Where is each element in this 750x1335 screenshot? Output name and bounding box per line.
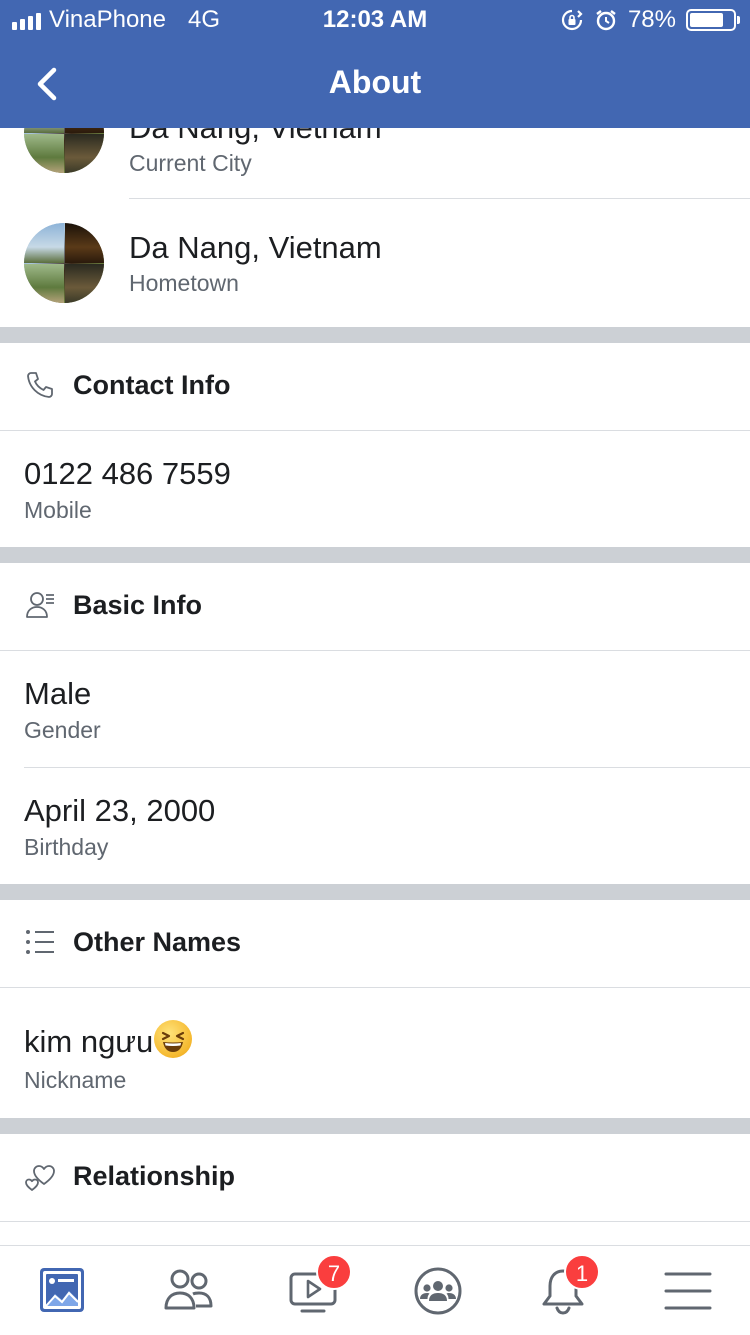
section-separator: [0, 1118, 750, 1134]
tab-notifications[interactable]: 1: [500, 1246, 625, 1335]
place-subtitle: Current City: [129, 150, 252, 176]
info-label: Gender: [24, 717, 101, 743]
info-row-mobile[interactable]: 0122 486 7559 Mobile: [0, 431, 750, 547]
info-value: kim ngưu: [24, 1020, 193, 1060]
info-value: 0122 486 7559: [24, 456, 231, 491]
battery-fill: [690, 13, 723, 27]
tab-groups[interactable]: [375, 1246, 500, 1335]
city-photo: [24, 128, 104, 173]
notifications-badge: 1: [564, 1254, 600, 1290]
info-label: Nickname: [24, 1067, 127, 1093]
info-label: Mobile: [24, 497, 92, 523]
tab-friends[interactable]: [125, 1246, 250, 1335]
place-row-hometown[interactable]: Da Nang, Vietnam Hometown: [0, 198, 750, 328]
place-row-current-city[interactable]: Da Nang, Vietnam Current City: [0, 128, 750, 198]
hearts-icon: [25, 1165, 55, 1191]
place-subtitle: Hometown: [129, 270, 239, 296]
place-title: Da Nang, Vietnam: [129, 230, 382, 265]
info-row-birthday[interactable]: April 23, 2000 Birthday: [0, 768, 750, 884]
friends-icon: [164, 1269, 213, 1310]
status-right: 78%: [560, 6, 740, 34]
nickname-text: kim ngưu: [24, 1024, 154, 1059]
grinning-squinting-face-icon: [154, 1020, 193, 1058]
tab-news-feed[interactable]: [0, 1246, 125, 1335]
divider: [0, 1221, 750, 1222]
section-title: Relationship: [73, 1161, 236, 1191]
info-value: April 23, 2000: [24, 793, 216, 828]
watch-badge: 7: [316, 1254, 352, 1290]
status-bar: VinaPhone 4G 12:03 AM 78%: [0, 0, 750, 40]
info-row-nickname[interactable]: kim ngưu Nickname: [0, 988, 750, 1118]
section-separator: [0, 884, 750, 900]
section-header-contact-info: Contact Info: [0, 343, 750, 430]
menu-icon: [664, 1272, 712, 1310]
battery-percent: 78%: [627, 6, 676, 33]
section-separator: [0, 327, 750, 343]
section-header-basic-info: Basic Info: [0, 563, 750, 650]
info-row-gender[interactable]: Male Gender: [0, 651, 750, 767]
news-feed-icon: [40, 1268, 84, 1312]
info-value: Male: [24, 676, 92, 711]
section-title: Other Names: [73, 927, 242, 957]
section-header-other-names: Other Names: [0, 900, 750, 987]
tab-menu[interactable]: [625, 1246, 750, 1335]
info-label: Birthday: [24, 834, 109, 860]
city-photo: [24, 223, 104, 303]
alarm-icon: [596, 10, 616, 31]
section-header-relationship: Relationship: [0, 1134, 750, 1221]
phone-icon: [27, 372, 53, 398]
section-separator: [0, 547, 750, 563]
page-title: About: [328, 64, 422, 100]
rotation-lock-icon: [561, 9, 583, 31]
list-icon: [26, 930, 54, 954]
person-list-icon: [26, 592, 54, 618]
nav-bar: About: [0, 40, 750, 128]
section-title: Contact Info: [73, 370, 231, 400]
section-title: Basic Info: [73, 590, 203, 620]
tab-bar: 7 1: [0, 1245, 750, 1334]
place-title: Da Nang, Vietnam: [129, 128, 382, 146]
groups-icon: [414, 1267, 462, 1315]
tab-watch[interactable]: 7: [250, 1246, 375, 1335]
about-content[interactable]: Da Nang, Vietnam Current City Da Nang, V…: [0, 128, 750, 1245]
battery-icon: [686, 9, 740, 31]
